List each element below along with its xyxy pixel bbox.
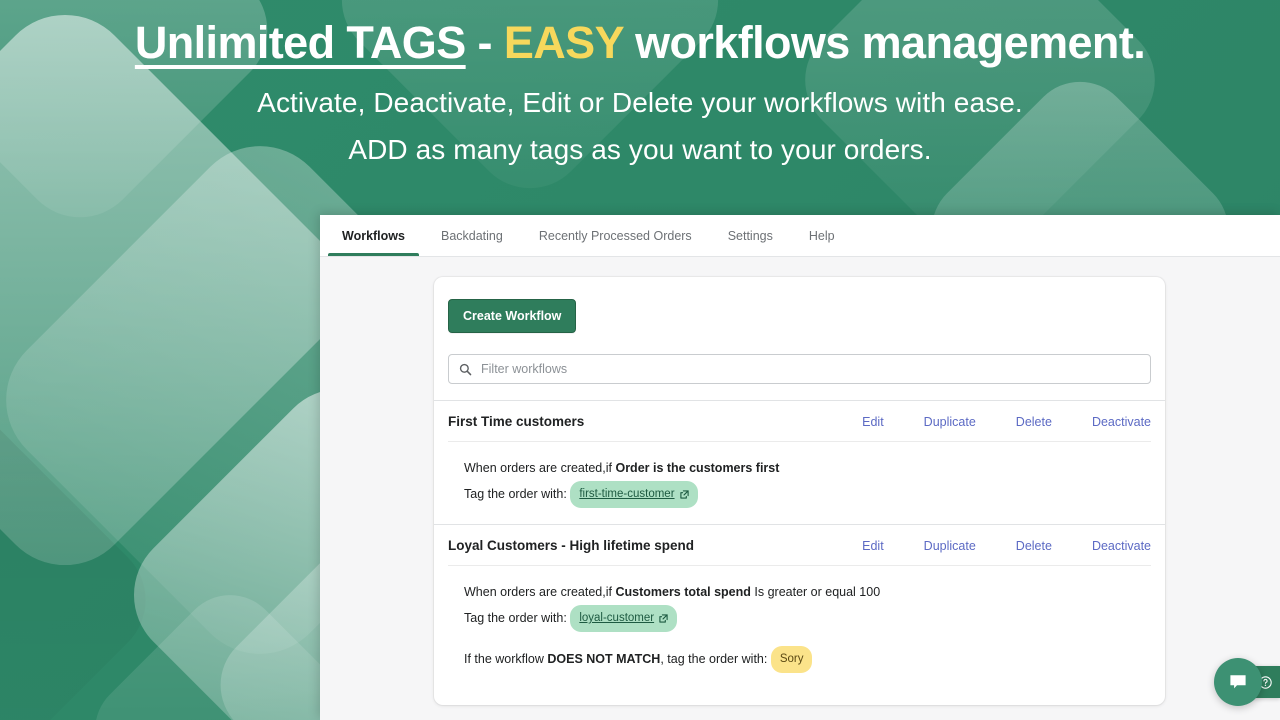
workflow-header: First Time customers Edit Duplicate Dele… [434, 401, 1165, 441]
trigger-prefix: When orders are created,if [464, 461, 616, 475]
workflow-body: When orders are created,if Customers tot… [434, 566, 1165, 689]
create-workflow-button[interactable]: Create Workflow [448, 299, 577, 333]
workflow-actions: Edit Duplicate Delete Deactivate [860, 539, 1151, 553]
workflow-title: Loyal Customers - High lifetime spend [448, 538, 695, 553]
workflow-tag-line: Tag the order with: loyal-customer [464, 605, 1151, 632]
tag-label: loyal-customer [579, 612, 655, 624]
workflow-condition-line: When orders are created,if Order is the … [464, 456, 1151, 481]
promo-banner: Unlimited TAGS - EASY workflows manageme… [0, 0, 1280, 720]
hero-subline-1: Activate, Deactivate, Edit or Delete you… [257, 87, 1023, 119]
external-link-icon [679, 490, 689, 499]
headline-underlined-part: Unlimited TAGS [134, 17, 466, 68]
tab-settings[interactable]: Settings [710, 215, 791, 256]
hero-headline: Unlimited TAGS - EASY workflows manageme… [0, 16, 1280, 69]
search-icon [459, 363, 472, 375]
tab-workflows[interactable]: Workflows [324, 215, 423, 256]
search-input[interactable] [481, 362, 1140, 376]
trigger-prefix: When orders are created,if [464, 585, 616, 599]
tag-label: first-time-customer [579, 488, 675, 500]
deactivate-link[interactable]: Deactivate [1092, 415, 1151, 429]
headline-highlight: EASY [503, 17, 624, 68]
workflow-item: Loyal Customers - High lifetime spend Ed… [434, 525, 1165, 689]
tab-help[interactable]: Help [791, 215, 853, 256]
chat-button[interactable] [1214, 658, 1262, 706]
hero-text-block: Unlimited TAGS - EASY workflows manageme… [0, 0, 1280, 173]
no-match-tag-pill[interactable]: Sory [770, 646, 813, 673]
headline-dash: - [465, 17, 504, 68]
duplicate-link[interactable]: Duplicate [924, 539, 976, 553]
condition-bold: Order is the customers first [615, 461, 780, 475]
tab-backdating[interactable]: Backdating [423, 215, 521, 256]
no-match-bold: DOES NOT MATCH [547, 651, 661, 666]
tab-label: Recently Processed Orders [538, 228, 692, 243]
workflow-item: First Time customers Edit Duplicate Dele… [434, 401, 1165, 524]
workflow-body: When orders are created,if Order is the … [434, 442, 1165, 524]
tag-label: Sory [779, 653, 804, 665]
tag-label-prefix: Tag the order with: [464, 486, 567, 501]
workflow-header: Loyal Customers - High lifetime spend Ed… [434, 525, 1165, 565]
workflow-title: First Time customers [448, 414, 585, 429]
delete-link[interactable]: Delete [1016, 415, 1052, 429]
tab-label: Settings [727, 228, 773, 243]
condition-suffix: Is greater or equal 100 [750, 585, 881, 599]
edit-link[interactable]: Edit [860, 415, 884, 429]
search-box[interactable] [448, 354, 1151, 384]
duplicate-link[interactable]: Duplicate [924, 415, 976, 429]
hero-subline-2: ADD as many tags as you want to your ord… [348, 134, 932, 166]
tab-bar: Workflows Backdating Recently Processed … [320, 215, 1280, 257]
workflows-card: Create Workflow First Time customers [434, 277, 1165, 705]
condition-bold: Customers total spend [615, 585, 751, 599]
deactivate-link[interactable]: Deactivate [1092, 539, 1151, 553]
tag-label-prefix: Tag the order with: [464, 610, 567, 625]
chat-bubble-icon [1230, 675, 1246, 689]
tab-recently-processed-orders[interactable]: Recently Processed Orders [521, 215, 710, 256]
tab-label: Workflows [342, 228, 405, 243]
no-match-suffix: , tag the order with: [660, 651, 771, 666]
filter-workflows-wrapper [448, 354, 1151, 384]
edit-link[interactable]: Edit [860, 539, 884, 553]
delete-link[interactable]: Delete [1016, 539, 1052, 553]
no-match-prefix: If the workflow [464, 651, 548, 666]
card-toolbar: Create Workflow [434, 277, 1165, 400]
tab-label: Help [808, 228, 835, 243]
tab-label: Backdating [440, 228, 503, 243]
headline-tail: workflows management. [623, 17, 1146, 68]
workflow-condition-line: When orders are created,if Customers tot… [464, 580, 1151, 605]
external-link-icon [659, 614, 668, 623]
workflow-actions: Edit Duplicate Delete Deactivate [860, 415, 1151, 429]
tag-pill[interactable]: first-time-customer [570, 481, 698, 508]
workflow-no-match-line: If the workflow DOES NOT MATCH, tag the … [464, 646, 1151, 673]
app-panel: Workflows Backdating Recently Processed … [320, 215, 1280, 720]
tag-pill[interactable]: loyal-customer [570, 605, 678, 632]
workflow-tag-line: Tag the order with: first-time-customer [464, 481, 1151, 508]
